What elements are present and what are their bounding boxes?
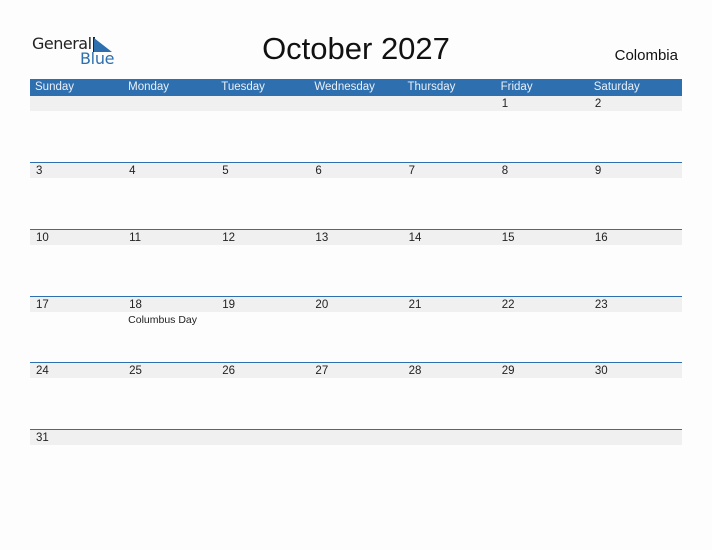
day-number: 5 bbox=[222, 165, 229, 177]
day-number: 17 bbox=[36, 299, 49, 311]
day-number: 14 bbox=[408, 232, 422, 244]
week-row: 12 bbox=[30, 96, 682, 162]
day-number: 9 bbox=[594, 165, 602, 177]
day-cell: 25 bbox=[123, 363, 216, 423]
day-number: 3 bbox=[36, 165, 43, 177]
day-cell: 18 Columbus Day bbox=[123, 297, 216, 357]
day-cell: 27 bbox=[309, 363, 402, 423]
day-number: 2 bbox=[594, 98, 602, 110]
day-cell: 15 bbox=[496, 230, 589, 290]
day-cell: 20 bbox=[309, 297, 402, 357]
day-cell: 6 bbox=[309, 163, 402, 223]
day-cell bbox=[216, 430, 309, 490]
day-number: 10 bbox=[36, 232, 49, 244]
day-number: 8 bbox=[501, 165, 509, 177]
day-number: 6 bbox=[315, 165, 322, 177]
weekday-thursday: Thursday bbox=[407, 81, 456, 93]
day-cell: 7 bbox=[403, 163, 496, 223]
day-cell: 9 bbox=[589, 163, 682, 223]
day-cell bbox=[403, 430, 496, 490]
day-cell: 31 bbox=[30, 430, 123, 490]
week-row: 3 4 5 6 7 8 9 bbox=[30, 162, 682, 229]
day-cell bbox=[123, 430, 216, 490]
day-cell: 16 bbox=[589, 230, 682, 290]
day-cell: 23 bbox=[589, 297, 682, 357]
weekday-saturday: Saturday bbox=[593, 81, 640, 93]
day-number: 4 bbox=[129, 165, 136, 177]
day-number: 31 bbox=[36, 432, 49, 444]
day-number: 29 bbox=[501, 365, 515, 377]
day-cell: 4 bbox=[123, 163, 216, 223]
day-cell: 26 bbox=[216, 363, 309, 423]
day-number: 30 bbox=[594, 365, 608, 377]
day-cell: 19 bbox=[216, 297, 309, 357]
day-cell bbox=[123, 96, 216, 156]
day-cell: 29 bbox=[496, 363, 589, 423]
weekday-friday: Friday bbox=[500, 81, 533, 93]
day-number: 23 bbox=[594, 299, 608, 311]
holiday-label: Columbus Day bbox=[128, 314, 198, 326]
day-cell: 1 bbox=[496, 96, 589, 156]
day-cell: 14 bbox=[403, 230, 496, 290]
weekday-wednesday: Wednesday bbox=[314, 81, 375, 93]
day-cell: 8 bbox=[496, 163, 589, 223]
day-cell: 5 bbox=[216, 163, 309, 223]
day-number: 13 bbox=[315, 232, 329, 244]
calendar-title: October 2027 bbox=[262, 31, 450, 66]
day-number: 20 bbox=[315, 299, 329, 311]
country-label: Colombia bbox=[614, 47, 678, 64]
day-cell: 22 bbox=[496, 297, 589, 357]
day-number: 22 bbox=[501, 299, 515, 311]
week-row: 31 bbox=[30, 429, 682, 496]
week-row: 10 11 12 13 14 15 16 bbox=[30, 229, 682, 296]
day-number: 15 bbox=[501, 232, 515, 244]
day-number: 7 bbox=[408, 165, 415, 177]
week-row: 17 18 Columbus Day 19 20 21 22 23 bbox=[30, 296, 682, 363]
day-cell: 10 bbox=[30, 230, 123, 290]
day-cell bbox=[589, 430, 682, 490]
day-cell bbox=[30, 96, 123, 156]
day-cell: 28 bbox=[403, 363, 496, 423]
day-cell: 2 bbox=[589, 96, 682, 156]
day-number: 1 bbox=[501, 98, 509, 110]
day-number: 19 bbox=[222, 299, 236, 311]
day-number: 12 bbox=[222, 232, 236, 244]
day-cell bbox=[309, 430, 402, 490]
day-number: 24 bbox=[36, 365, 49, 377]
day-number: 28 bbox=[408, 365, 422, 377]
day-number: 27 bbox=[315, 365, 329, 377]
day-cell: 24 bbox=[30, 363, 123, 423]
day-number: 26 bbox=[222, 365, 236, 377]
weekday-header: Sunday Monday Tuesday Wednesday Thursday… bbox=[30, 79, 682, 96]
day-cell: 17 bbox=[30, 297, 123, 357]
day-cell bbox=[496, 430, 589, 490]
week-row: 24 25 26 27 28 29 30 bbox=[30, 362, 682, 429]
day-number: 21 bbox=[408, 299, 422, 311]
day-cell: 30 bbox=[589, 363, 682, 423]
day-cell bbox=[309, 96, 402, 156]
day-cell bbox=[403, 96, 496, 156]
weekday-monday: Monday bbox=[128, 81, 170, 93]
weekday-tuesday: Tuesday bbox=[221, 81, 265, 93]
day-number: 16 bbox=[594, 232, 608, 244]
day-cell: 3 bbox=[30, 163, 123, 223]
weekday-sunday: Sunday bbox=[35, 81, 75, 93]
day-cell: 21 bbox=[403, 297, 496, 357]
day-cell: 13 bbox=[309, 230, 402, 290]
day-cell: 12 bbox=[216, 230, 309, 290]
day-number: 18 bbox=[129, 299, 142, 311]
day-cell bbox=[216, 96, 309, 156]
day-number: 25 bbox=[129, 365, 142, 377]
day-cell: 11 bbox=[123, 230, 216, 290]
day-number: 11 bbox=[129, 232, 142, 244]
